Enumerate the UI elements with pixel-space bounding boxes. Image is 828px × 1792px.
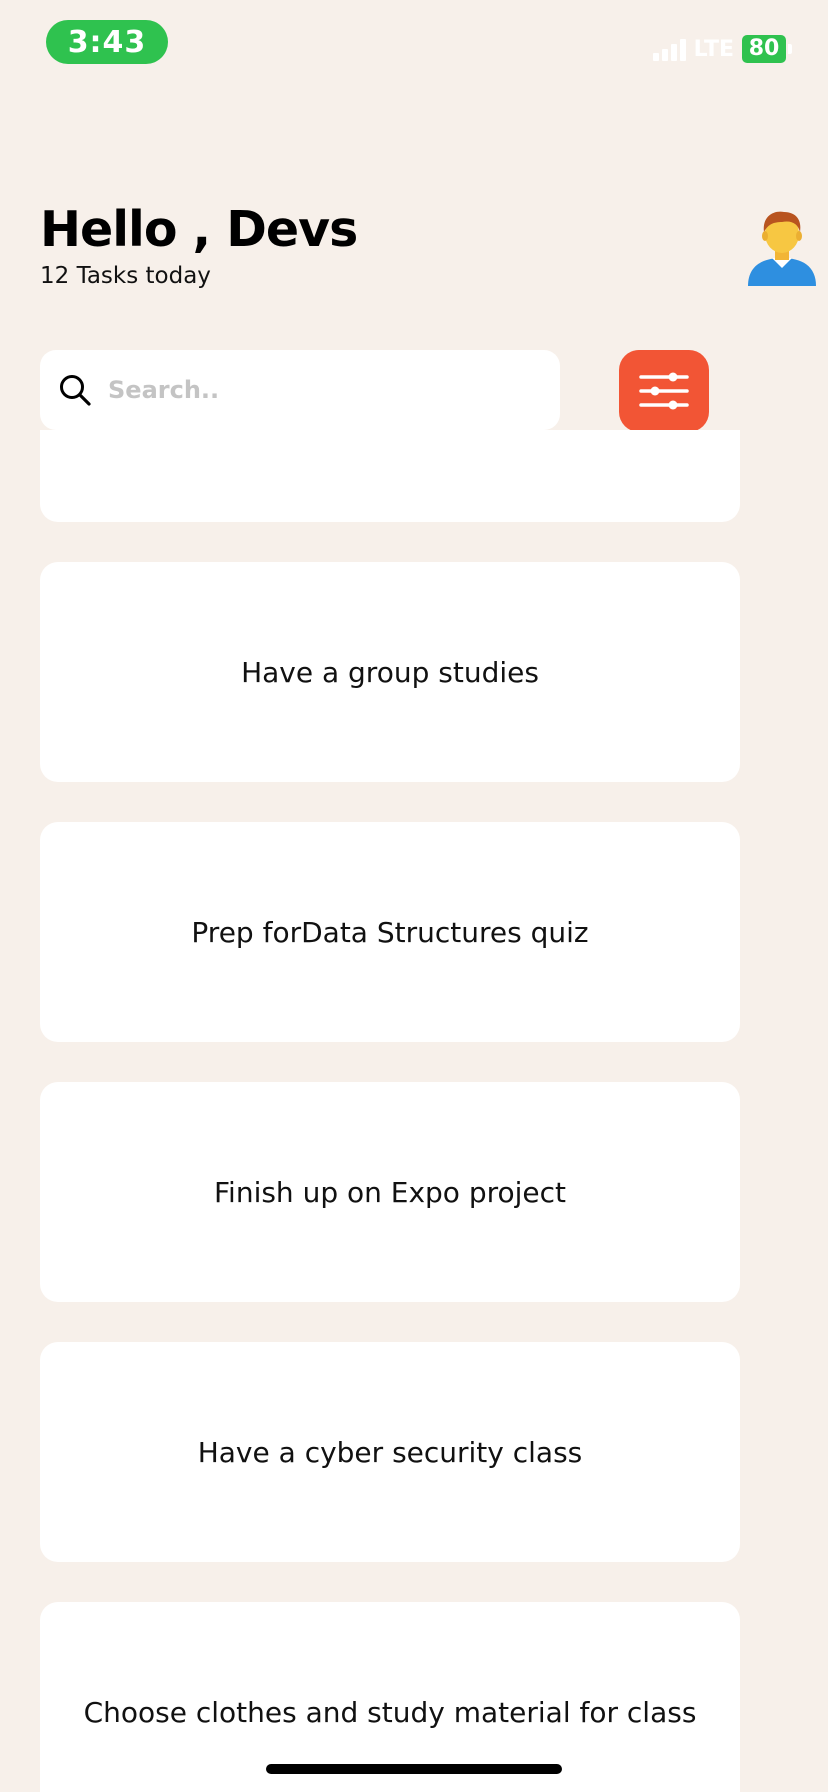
task-card[interactable]: Prep forData Structures quiz xyxy=(40,822,740,1042)
signal-strength-icon xyxy=(652,37,686,61)
task-label: Finish up on Expo project xyxy=(213,1175,567,1209)
task-card[interactable] xyxy=(40,430,740,522)
network-type: LTE xyxy=(693,36,734,62)
status-indicators: LTE 80 xyxy=(652,34,792,64)
search-bar[interactable] xyxy=(40,350,560,430)
greeting-title: Hello , Devs xyxy=(40,201,358,258)
search-input[interactable] xyxy=(106,375,530,405)
task-card[interactable]: Finish up on Expo project xyxy=(40,1082,740,1302)
task-label: Have a group studies xyxy=(241,655,539,689)
task-label: Have a cyber security class xyxy=(197,1435,583,1469)
task-label: Choose clothes and study material for cl… xyxy=(83,1695,697,1729)
task-count-subtitle: 12 Tasks today xyxy=(40,263,211,289)
sliders-icon xyxy=(639,372,689,410)
app-screen: 3:43 LTE 80 Hello , Devs 12 Tasks today xyxy=(0,0,828,1792)
task-card[interactable]: Have a group studies xyxy=(40,562,740,782)
home-indicator[interactable] xyxy=(266,1764,562,1774)
task-label: Prep forData Structures quiz xyxy=(191,915,589,949)
task-list[interactable]: Have a group studies Prep forData Struct… xyxy=(40,430,740,1792)
task-card[interactable]: Have a cyber security class xyxy=(40,1342,740,1562)
search-icon xyxy=(60,375,91,406)
avatar-icon[interactable] xyxy=(744,206,820,286)
battery-icon: 80 xyxy=(742,35,792,63)
status-time: 3:43 xyxy=(46,20,168,64)
battery-level: 80 xyxy=(742,35,786,63)
filter-button[interactable] xyxy=(619,350,709,432)
